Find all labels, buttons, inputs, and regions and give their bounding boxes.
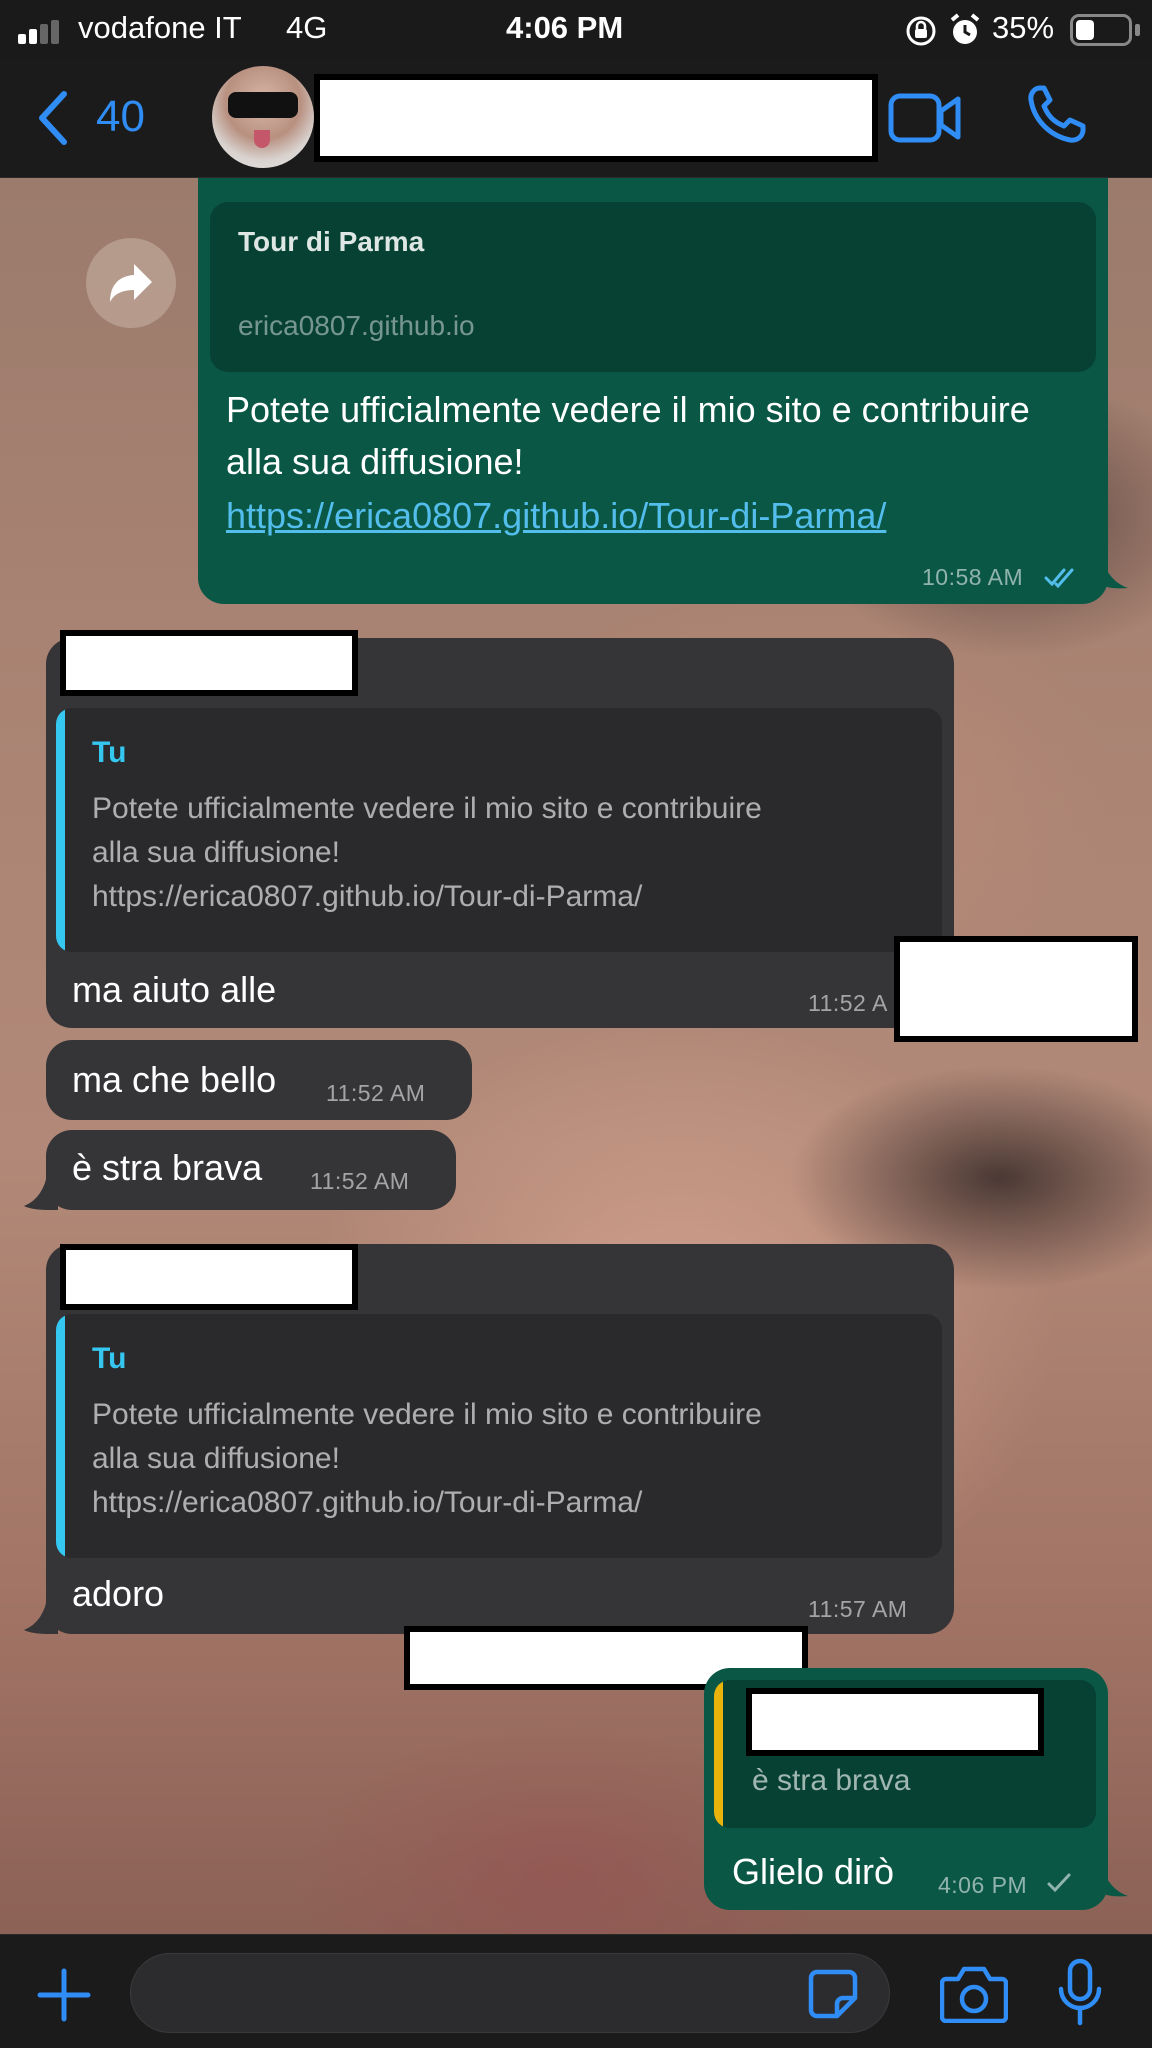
battery-percent: 35% (992, 10, 1055, 45)
battery-tip (1135, 24, 1140, 36)
quote-text: è stra brava (752, 1764, 911, 1797)
alarm-icon (950, 13, 980, 44)
clock: 4:06 PM (506, 10, 624, 45)
rotation-lock-icon (906, 16, 936, 46)
quote-text: Potete ufficialmente vedere il mio sito … (92, 1398, 762, 1431)
camera-icon[interactable] (940, 1963, 1008, 2023)
redacted-sender-name (60, 630, 358, 696)
carrier-name: vodafone IT (78, 10, 242, 45)
redacted-quote-author (746, 1688, 1044, 1756)
bubble-tail (1096, 560, 1128, 589)
message-input[interactable] (130, 1953, 890, 2033)
message-text: ma aiuto alle (72, 969, 277, 1010)
message-time: 11:52 AM (326, 1080, 426, 1106)
sticker-icon[interactable] (807, 1968, 859, 2020)
avatar[interactable] (212, 66, 314, 168)
message-text: Glielo dirò (732, 1851, 895, 1892)
microphone-icon[interactable] (1056, 1957, 1104, 2029)
message-time: 10:58 AM (922, 564, 1024, 590)
quoted-reply[interactable]: Tu Potete ufficialmente vedere il mio si… (56, 708, 942, 952)
message-text: Potete ufficialmente vedere il mio sito … (226, 389, 1030, 482)
double-check-icon (1044, 568, 1074, 588)
single-check-icon (1047, 1873, 1071, 1893)
message-time: 11:52 A (808, 990, 888, 1016)
link-preview-card[interactable]: Tour di Parma erica0807.github.io (210, 202, 1096, 372)
composer-bar (0, 1934, 1152, 2048)
quote-text: alla sua diffusione! (92, 1442, 340, 1475)
message-link[interactable]: https://erica0807.github.io/Tour-di-Parm… (226, 490, 886, 542)
forward-button[interactable] (86, 238, 176, 328)
forward-arrow-icon (110, 264, 152, 302)
redacted-contact-name[interactable] (314, 74, 878, 162)
message-text: adoro (72, 1573, 165, 1614)
bubble-tail (1096, 1868, 1128, 1897)
phone-icon[interactable] (1026, 82, 1088, 146)
link-preview-domain: erica0807.github.io (238, 310, 475, 341)
quote-bar (714, 1680, 723, 1828)
battery-icon (1070, 14, 1132, 46)
quote-bar (56, 1314, 65, 1558)
quote-author: Tu (92, 1342, 127, 1375)
redacted-sender-name (60, 1244, 358, 1310)
message-text: è stra brava (72, 1147, 263, 1188)
bubble-tail (24, 1594, 58, 1634)
quote-text: alla sua diffusione! (92, 836, 340, 869)
message-time: 11:57 AM (808, 1596, 908, 1622)
quote-text: https://erica0807.github.io/Tour-di-Parm… (92, 1486, 643, 1519)
chat-header: 40 (0, 60, 1152, 178)
quote-author: Tu (92, 736, 127, 769)
quote-text: https://erica0807.github.io/Tour-di-Parm… (92, 880, 643, 913)
status-bar: vodafone IT 4G 4:06 PM 35% (0, 0, 1152, 60)
back-unread-count[interactable]: 40 (96, 92, 145, 142)
signal-icon (18, 20, 59, 44)
message-time: 11:52 AM (310, 1168, 410, 1194)
message-time: 4:06 PM (938, 1872, 1028, 1898)
chevron-left-icon[interactable] (34, 90, 70, 146)
link-preview-title: Tour di Parma (238, 226, 425, 257)
network-type: 4G (286, 10, 328, 45)
plus-icon[interactable] (36, 1967, 92, 2023)
quote-bar (56, 708, 65, 952)
bubble-tail (24, 1170, 58, 1210)
quote-text: Potete ufficialmente vedere il mio sito … (92, 792, 762, 825)
message-text: ma che bello (72, 1059, 277, 1100)
quoted-reply[interactable]: Tu Potete ufficialmente vedere il mio si… (56, 1314, 942, 1558)
video-camera-icon[interactable] (888, 88, 962, 148)
redacted-reaction (894, 936, 1138, 1042)
